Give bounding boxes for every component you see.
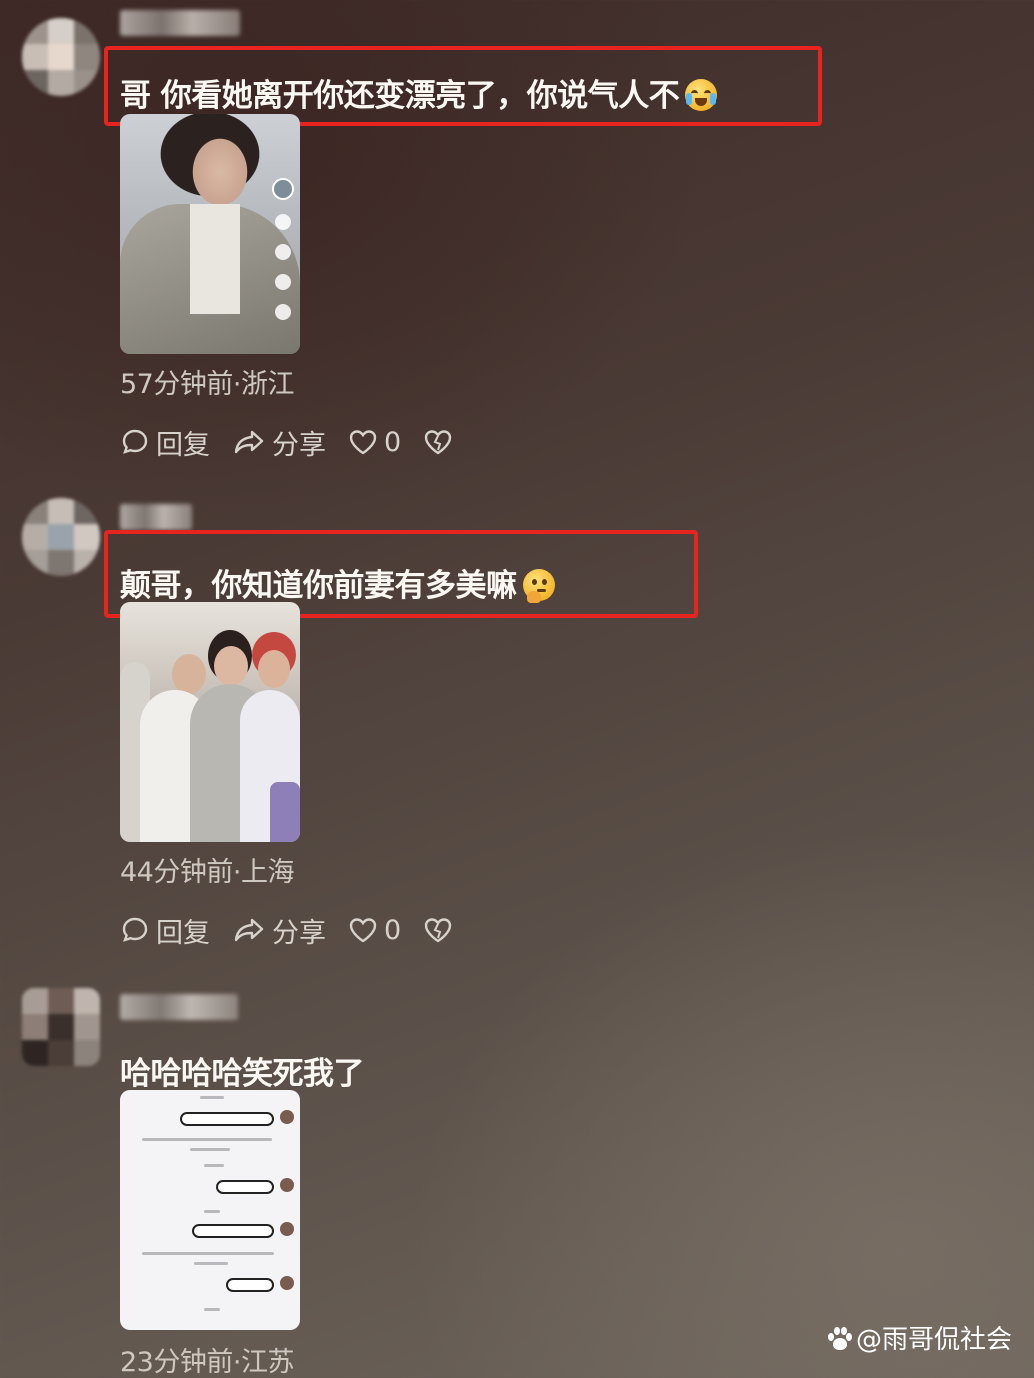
comment-text: 哈哈哈哈笑死我了 [120,1048,365,1093]
broken-heart-icon [424,430,452,455]
comment-actions: 回复 分享 0 [120,422,481,462]
like-count: 0 [384,914,402,946]
reply-button[interactable]: 回复 [120,911,210,950]
reply-button[interactable]: 回复 [120,423,210,462]
comment-image-thumbnail[interactable] [120,1090,300,1330]
comment-meta: 44分钟前·上海 [120,857,294,888]
avatar[interactable] [22,18,100,96]
comment-image-thumbnail[interactable] [120,114,300,354]
comment-actions: 回复 分享 0 [120,910,481,950]
share-icon [234,918,264,942]
comment-text-content: 哥 你看她离开你还变漂亮了，你说气人不 [120,78,680,114]
username-redacted [120,504,192,530]
username-redacted [120,994,238,1020]
like-button[interactable]: 0 [348,427,401,458]
share-label: 分享 [272,429,326,461]
reply-icon [122,429,148,454]
video-side-icons [272,178,294,334]
username-redacted [120,10,240,36]
share-icon [234,430,264,454]
watermark: @雨哥侃社会 [826,1319,1012,1356]
reply-label: 回复 [156,917,210,949]
heart-icon [349,430,377,455]
paw-icon [826,1325,852,1351]
like-button[interactable]: 0 [348,915,401,946]
dislike-button[interactable] [423,916,459,944]
comment-meta: 23分钟前·江苏 [120,1347,294,1378]
comment-image-thumbnail[interactable] [120,602,300,842]
avatar[interactable] [22,988,100,1066]
reply-label: 回复 [156,429,210,461]
reply-icon [122,917,148,942]
comment-text: 颠哥，你知道你前妻有多美嘛 [120,560,555,605]
broken-heart-icon [424,918,452,943]
thinking-emoji-icon [522,568,555,603]
avatar[interactable] [22,498,100,576]
crying-laughing-emoji-icon [685,78,718,111]
share-label: 分享 [272,917,326,949]
heart-icon [349,918,377,943]
comment-text: 哥 你看她离开你还变漂亮了，你说气人不 [120,70,718,115]
dislike-button[interactable] [423,428,459,456]
comment-meta: 57分钟前·浙江 [120,369,294,400]
like-count: 0 [384,426,402,458]
share-button[interactable]: 分享 [232,911,326,950]
watermark-text: @雨哥侃社会 [855,1325,1012,1355]
share-button[interactable]: 分享 [232,423,326,462]
comment-text-content: 哈哈哈哈笑死我了 [120,1056,365,1092]
comment-text-content: 颠哥，你知道你前妻有多美嘛 [120,568,517,604]
